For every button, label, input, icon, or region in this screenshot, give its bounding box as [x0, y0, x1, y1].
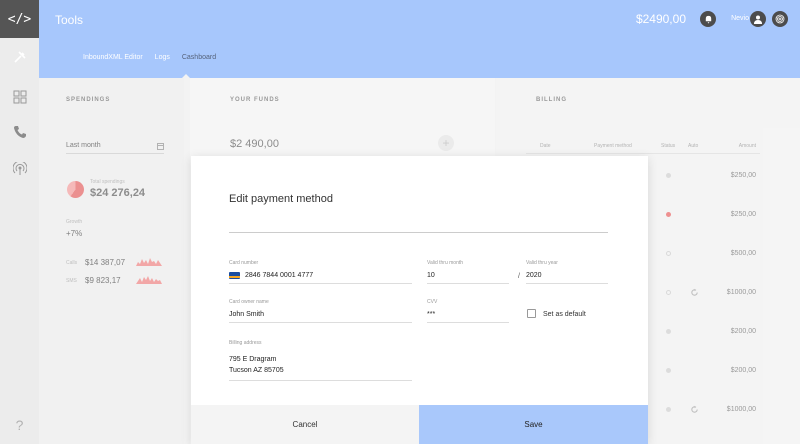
- address-line-2: Tucson AZ 85705: [229, 367, 284, 374]
- dialog-title: Edit payment method: [229, 193, 333, 205]
- valid-year-label: Valid thru year: [526, 260, 558, 266]
- cvv-value: ***: [427, 310, 436, 318]
- owner-name-field[interactable]: Card owner name John Smith: [229, 299, 412, 323]
- owner-name-value: John Smith: [229, 310, 265, 318]
- billing-address-label: Billing address: [229, 340, 262, 346]
- card-number-label: Card number: [229, 260, 259, 266]
- card-number-value: 2846 7844 0001 4777: [245, 271, 314, 279]
- valid-year-value: 2020: [526, 271, 542, 279]
- valid-year-field[interactable]: Valid thru year 2020: [526, 260, 608, 284]
- valid-month-field[interactable]: Valid thru month 10: [427, 260, 509, 284]
- cvv-label: CVV: [427, 299, 438, 305]
- cancel-button[interactable]: Cancel: [191, 405, 419, 444]
- edit-payment-dialog: Edit payment method Card number 2846 784…: [191, 156, 648, 444]
- billing-address-field[interactable]: Billing address 795 E Dragram Tucson AZ …: [229, 338, 412, 381]
- valid-separator: /: [518, 273, 520, 280]
- visa-card-icon: [229, 271, 240, 279]
- dialog-title-divider: [229, 232, 608, 233]
- owner-name-label: Card owner name: [229, 299, 269, 305]
- save-button[interactable]: Save: [419, 405, 648, 444]
- address-line-1: 795 E Dragram: [229, 356, 277, 363]
- valid-month-value: 10: [427, 271, 435, 279]
- card-number-field[interactable]: Card number 2846 7844 0001 4777: [229, 260, 412, 284]
- cvv-field[interactable]: CVV ***: [427, 299, 509, 323]
- set-default-label[interactable]: Set as default: [543, 311, 586, 318]
- valid-month-label: Valid thru month: [427, 260, 464, 266]
- set-default-checkbox[interactable]: [527, 309, 536, 318]
